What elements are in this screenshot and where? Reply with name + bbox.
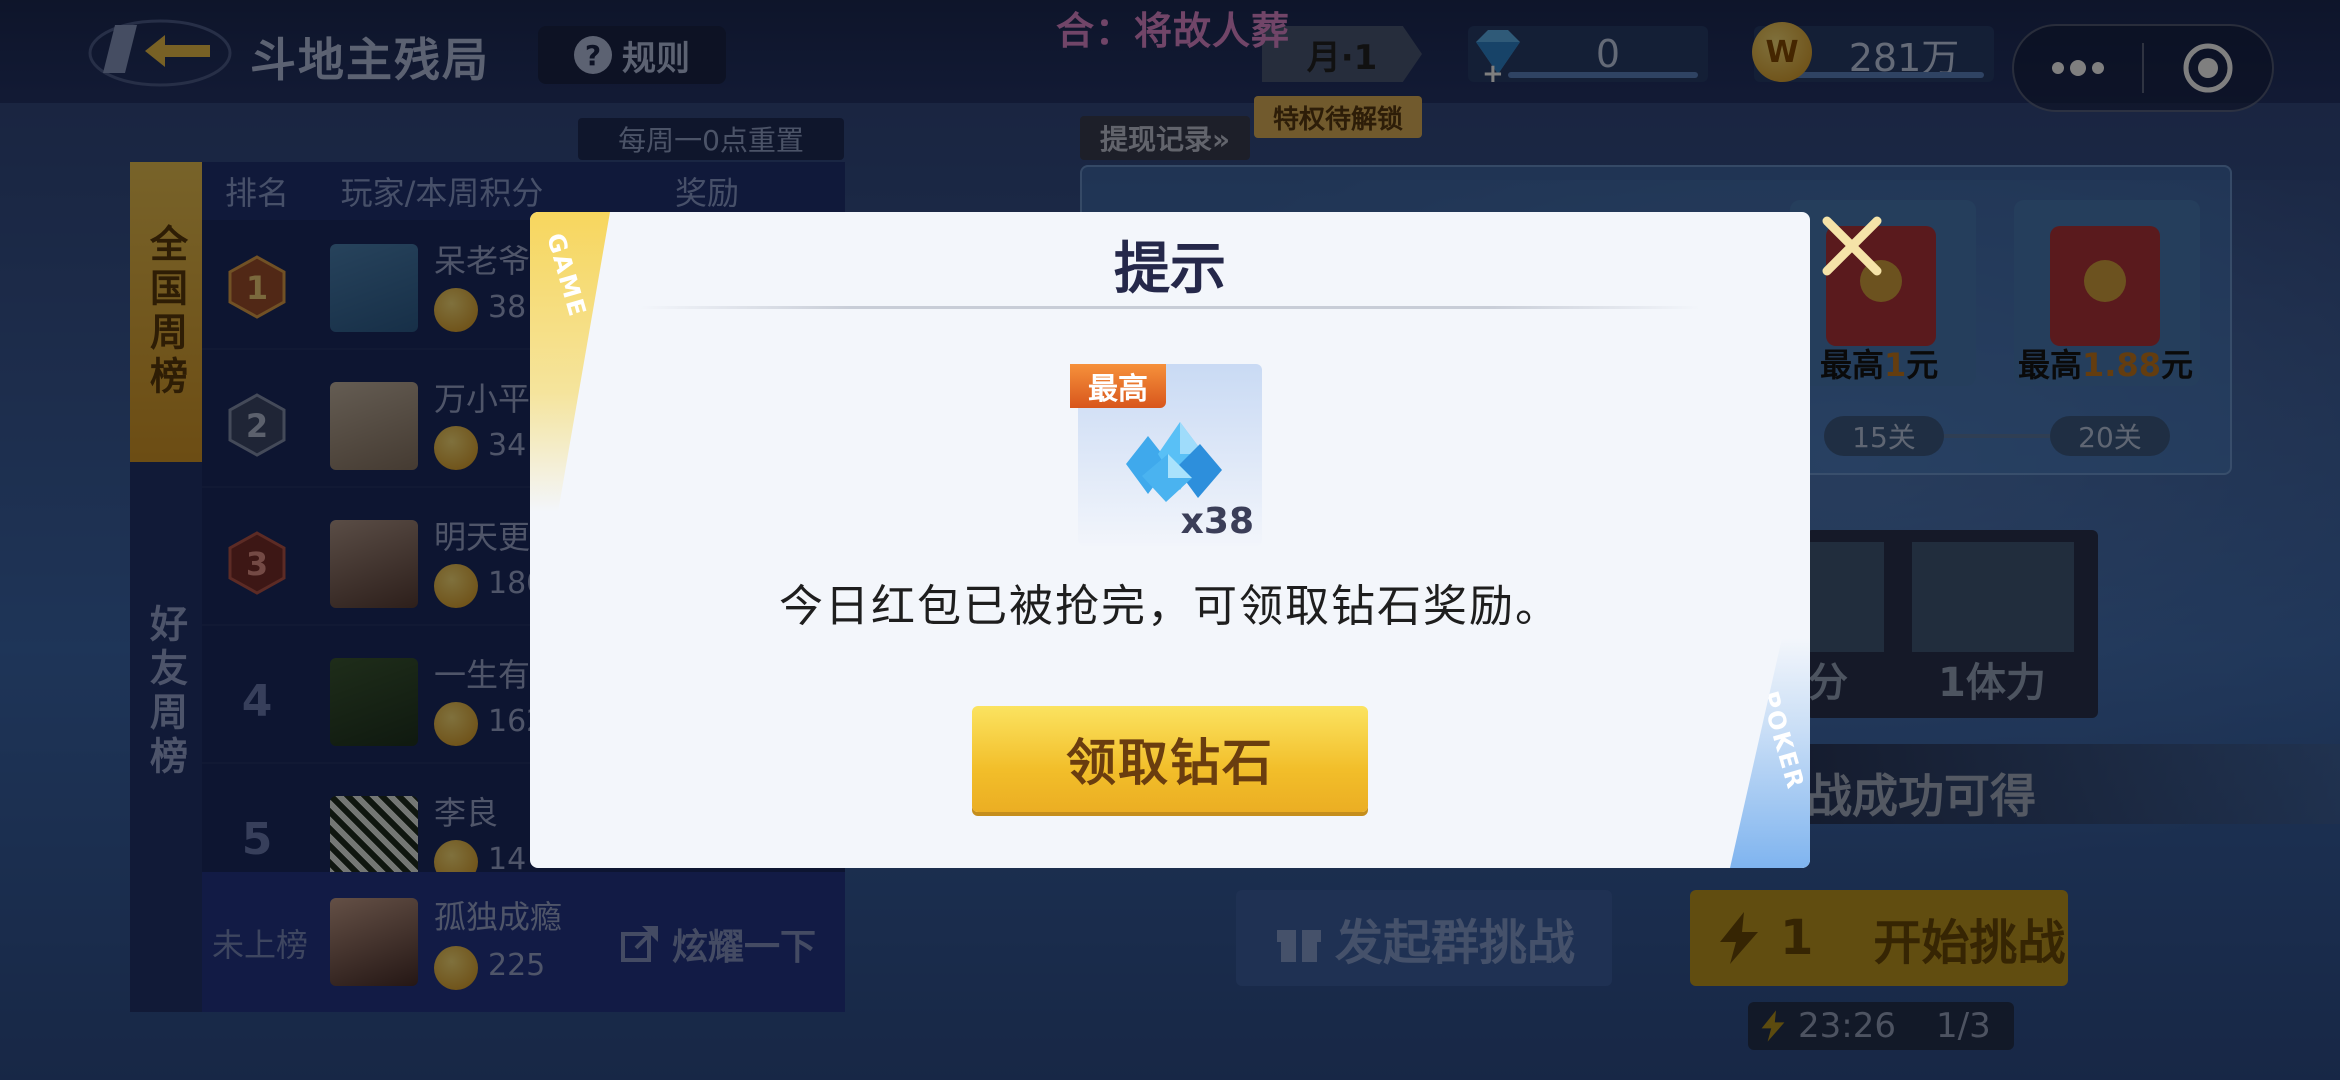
reward-count: x38 — [1180, 501, 1254, 542]
claim-diamonds-button[interactable]: 领取钻石 — [972, 706, 1368, 812]
corner-ribbon-bottom: POKER — [1730, 638, 1810, 868]
close-icon — [1822, 216, 1882, 276]
diamond-pile-icon — [1126, 422, 1222, 502]
tip-dialog: GAME POKER 提示 最高 x38 今日红包已被抢完，可领取钻石奖励。 领… — [530, 212, 1810, 868]
max-badge: 最高 — [1070, 364, 1166, 408]
dialog-title: 提示 — [1114, 237, 1226, 302]
corner-ribbon-text: POKER — [1755, 688, 1810, 794]
diamond-reward-card: 最高 x38 — [1070, 364, 1262, 546]
close-dialog-button[interactable] — [1812, 206, 1892, 286]
title-divider — [640, 306, 1700, 309]
dialog-message: 今日红包已被抢完，可领取钻石奖励。 — [779, 581, 1561, 632]
